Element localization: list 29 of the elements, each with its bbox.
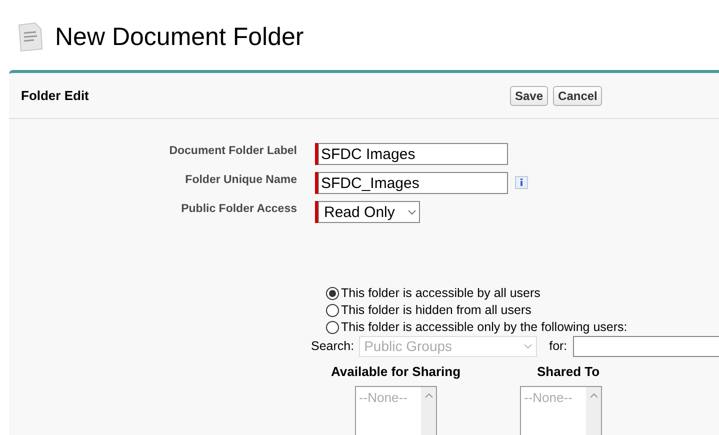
cancel-button[interactable]: Cancel	[553, 86, 602, 106]
radio-label: This folder is hidden from all users	[341, 302, 532, 316]
scroll-up-icon[interactable]	[590, 393, 598, 398]
field-label: Folder Unique Name	[184, 173, 297, 186]
for-label: for:	[549, 339, 568, 353]
field-label: Document Folder Label	[168, 144, 297, 157]
text-field[interactable]: SFDC Images	[318, 143, 508, 165]
save-button[interactable]: Save	[510, 86, 548, 106]
radio-button[interactable]	[326, 287, 339, 300]
field-label: Public Folder Access	[180, 202, 297, 215]
radio-button[interactable]	[326, 321, 339, 334]
search-field[interactable]	[573, 336, 719, 356]
radio-button[interactable]	[326, 304, 339, 317]
panel-title: Folder Edit	[21, 88, 90, 103]
list-heading: Available for Sharing	[331, 364, 462, 381]
scrollbar[interactable]	[421, 387, 436, 435]
text-field[interactable]: SFDC_Images	[318, 172, 508, 194]
access-dropdown[interactable]: Read Only	[318, 201, 420, 223]
radio-label: This folder is accessible only by the following users:	[341, 320, 628, 334]
info-icon[interactable]	[515, 176, 528, 189]
radio-label: This folder is accessible by all users	[341, 286, 540, 300]
caret-icon	[408, 210, 416, 214]
scroll-up-icon[interactable]	[424, 393, 432, 398]
scrollbar[interactable]	[586, 387, 601, 435]
caret-icon	[524, 344, 532, 348]
document-icon	[17, 22, 43, 52]
page-title: New Document Folder	[55, 22, 304, 52]
search-label: Search:	[311, 339, 354, 353]
list-heading: Shared To	[536, 364, 601, 381]
